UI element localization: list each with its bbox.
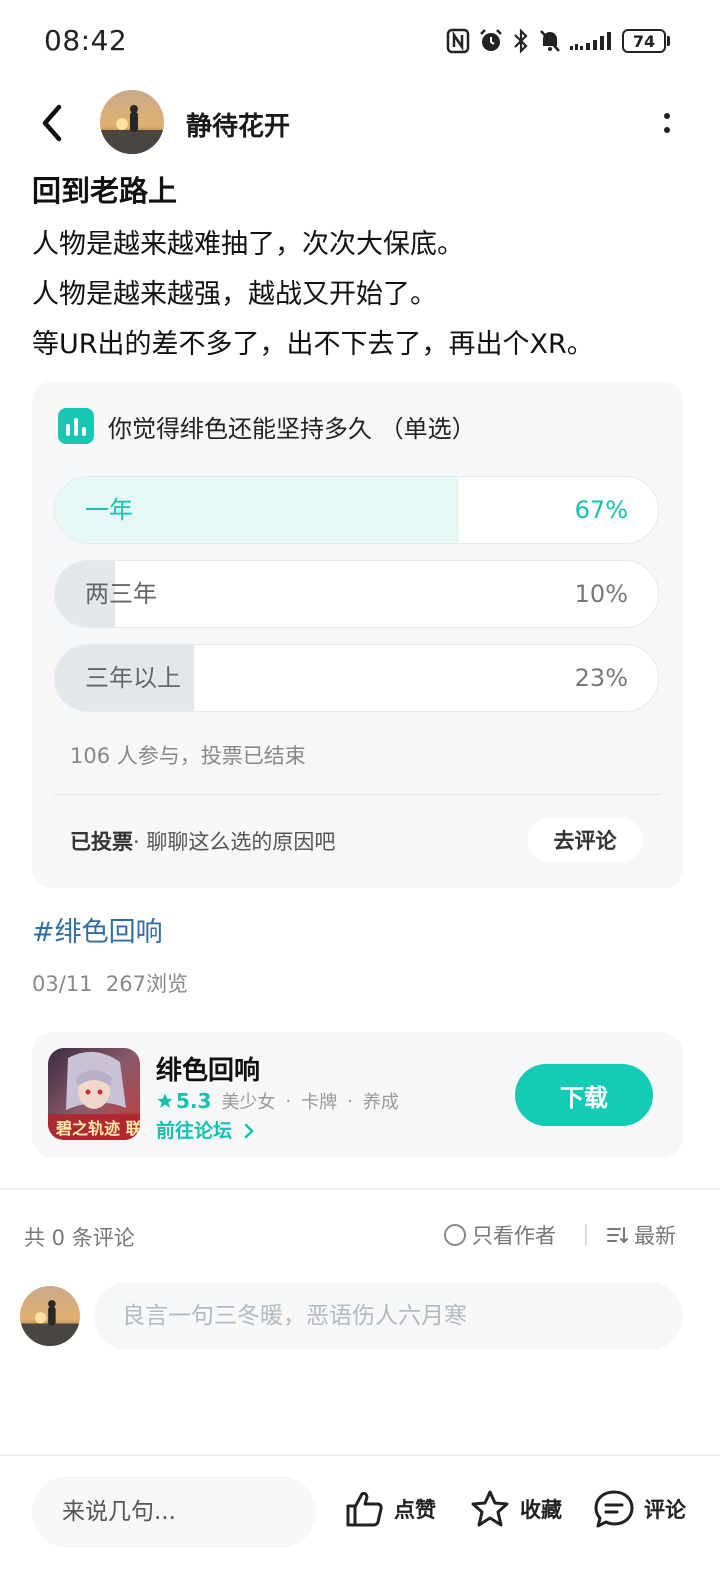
game-icon[interactable]: 碧之轨迹 联动 bbox=[48, 1048, 140, 1140]
bluetooth-icon bbox=[514, 28, 528, 54]
game-name: 绯色回响 bbox=[156, 1056, 261, 1086]
nfc-icon bbox=[446, 28, 470, 54]
post-views: 267浏览 bbox=[105, 972, 188, 996]
poll-option[interactable]: 一年 67% bbox=[54, 476, 659, 544]
reply-input[interactable]: 来说几句... bbox=[32, 1476, 316, 1548]
more-options-button[interactable] bbox=[652, 100, 682, 146]
author-only-label: 只看作者 bbox=[472, 1224, 556, 1248]
go-comment-button[interactable]: 去评论 bbox=[527, 818, 643, 862]
chevron-right-icon bbox=[244, 1123, 254, 1139]
game-card[interactable]: 碧之轨迹 联动 绯色回响 5.3 美少女 · 卡牌 · 养成 前往论坛 下载 bbox=[32, 1032, 683, 1158]
battery-level: 74 bbox=[622, 29, 666, 53]
like-button[interactable]: 点赞 bbox=[344, 1488, 436, 1530]
poll-participants: 106 人参与，投票已结束 bbox=[70, 744, 306, 768]
post-line: 人物是越来越强，越战又开始了。 bbox=[32, 279, 437, 310]
comment-button[interactable]: 评论 bbox=[592, 1488, 686, 1530]
sort-icon bbox=[607, 1227, 628, 1244]
poll-option[interactable]: 三年以上 23% bbox=[54, 644, 659, 712]
poll-question: 你觉得绯色还能坚持多久 （单选） bbox=[108, 414, 476, 443]
user-avatar[interactable] bbox=[20, 1286, 80, 1346]
status-bar: 08:42 74 bbox=[0, 0, 720, 80]
comment-input[interactable]: 良言一句三冬暖，恶语伤人六月寒 bbox=[94, 1282, 683, 1350]
radio-circle-icon bbox=[444, 1224, 466, 1246]
poll-option-label: 一年 bbox=[85, 496, 133, 524]
status-time: 08:42 bbox=[44, 24, 128, 57]
chevron-left-icon bbox=[42, 104, 62, 142]
poll-header: 你觉得绯色还能坚持多久 （单选） bbox=[58, 408, 476, 444]
battery-indicator: 74 bbox=[622, 29, 670, 53]
bottom-divider bbox=[0, 1454, 720, 1456]
game-tag-sep: · bbox=[347, 1090, 353, 1112]
alarm-icon bbox=[480, 29, 502, 51]
filter-separator bbox=[585, 1224, 587, 1246]
back-button[interactable] bbox=[30, 98, 74, 148]
like-label: 点赞 bbox=[394, 1498, 436, 1522]
sort-label: 最新 bbox=[634, 1224, 676, 1248]
section-divider bbox=[0, 1188, 720, 1190]
voted-label: 已投票 bbox=[70, 830, 133, 854]
star-outline-icon bbox=[471, 1490, 509, 1527]
forum-link-label: 前往论坛 bbox=[156, 1120, 233, 1142]
game-info-row: 5.3 美少女 · 卡牌 · 养成 bbox=[156, 1088, 399, 1114]
poll-option-label: 三年以上 bbox=[85, 664, 181, 692]
chat-bubble-icon bbox=[594, 1490, 634, 1528]
post-line: 人物是越来越难抽了，次次大保底。 bbox=[32, 229, 464, 260]
voted-prompt: · 聊聊这么选的原因吧 bbox=[133, 830, 336, 854]
post-title: 回到老路上 bbox=[32, 174, 178, 208]
topic-tag[interactable]: #绯色回响 bbox=[32, 910, 163, 949]
poll-option-percent: 67% bbox=[574, 496, 628, 524]
poll-card: 你觉得绯色还能坚持多久 （单选） 一年 67% 两三年 10% 三年以上 23%… bbox=[32, 382, 683, 888]
voted-status: 已投票· 聊聊这么选的原因吧 bbox=[70, 826, 335, 856]
forum-link[interactable]: 前往论坛 bbox=[156, 1116, 255, 1143]
star-icon bbox=[157, 1093, 173, 1108]
more-dot-icon bbox=[664, 127, 670, 133]
game-tag: 美少女 bbox=[221, 1092, 276, 1113]
author-only-toggle[interactable]: 只看作者 bbox=[444, 1220, 556, 1250]
status-icons: 74 bbox=[446, 26, 670, 56]
comment-label: 评论 bbox=[644, 1498, 686, 1522]
poll-option[interactable]: 两三年 10% bbox=[54, 560, 659, 628]
game-tag: 养成 bbox=[362, 1092, 399, 1113]
post-header: 静待花开 bbox=[0, 88, 720, 158]
favorite-label: 收藏 bbox=[520, 1498, 562, 1522]
comment-count: 共 0 条评论 bbox=[24, 1226, 135, 1250]
signal-icon bbox=[570, 32, 611, 50]
poll-option-percent: 10% bbox=[574, 580, 628, 608]
game-rating-value: 5.3 bbox=[176, 1089, 212, 1113]
mute-bell-icon bbox=[540, 30, 560, 52]
poll-divider bbox=[54, 794, 661, 795]
post-meta: 03/11 267浏览 bbox=[32, 968, 188, 998]
author-avatar[interactable] bbox=[100, 90, 164, 154]
game-tag: 卡牌 bbox=[301, 1092, 338, 1113]
game-tag-sep: · bbox=[285, 1090, 292, 1112]
game-rating: 5.3 bbox=[156, 1089, 211, 1113]
post-date: 03/11 bbox=[32, 972, 93, 996]
sort-button[interactable]: 最新 bbox=[606, 1220, 676, 1250]
more-dot-icon bbox=[664, 113, 670, 119]
game-icon-caption: 碧之轨迹 联动 bbox=[55, 1119, 140, 1138]
poll-chart-icon bbox=[58, 408, 94, 444]
post-body: 人物是越来越难抽了，次次大保底。 人物是越来越强，越战又开始了。 等UR出的差不… bbox=[32, 220, 692, 370]
favorite-button[interactable]: 收藏 bbox=[468, 1488, 562, 1530]
post-line: 等UR出的差不多了，出不下去了，再出个XR。 bbox=[32, 329, 594, 360]
poll-option-label: 两三年 bbox=[85, 580, 157, 608]
author-name[interactable]: 静待花开 bbox=[186, 106, 290, 143]
poll-option-percent: 23% bbox=[574, 664, 628, 692]
download-button[interactable]: 下载 bbox=[515, 1064, 653, 1126]
thumbs-up-icon bbox=[346, 1491, 383, 1527]
